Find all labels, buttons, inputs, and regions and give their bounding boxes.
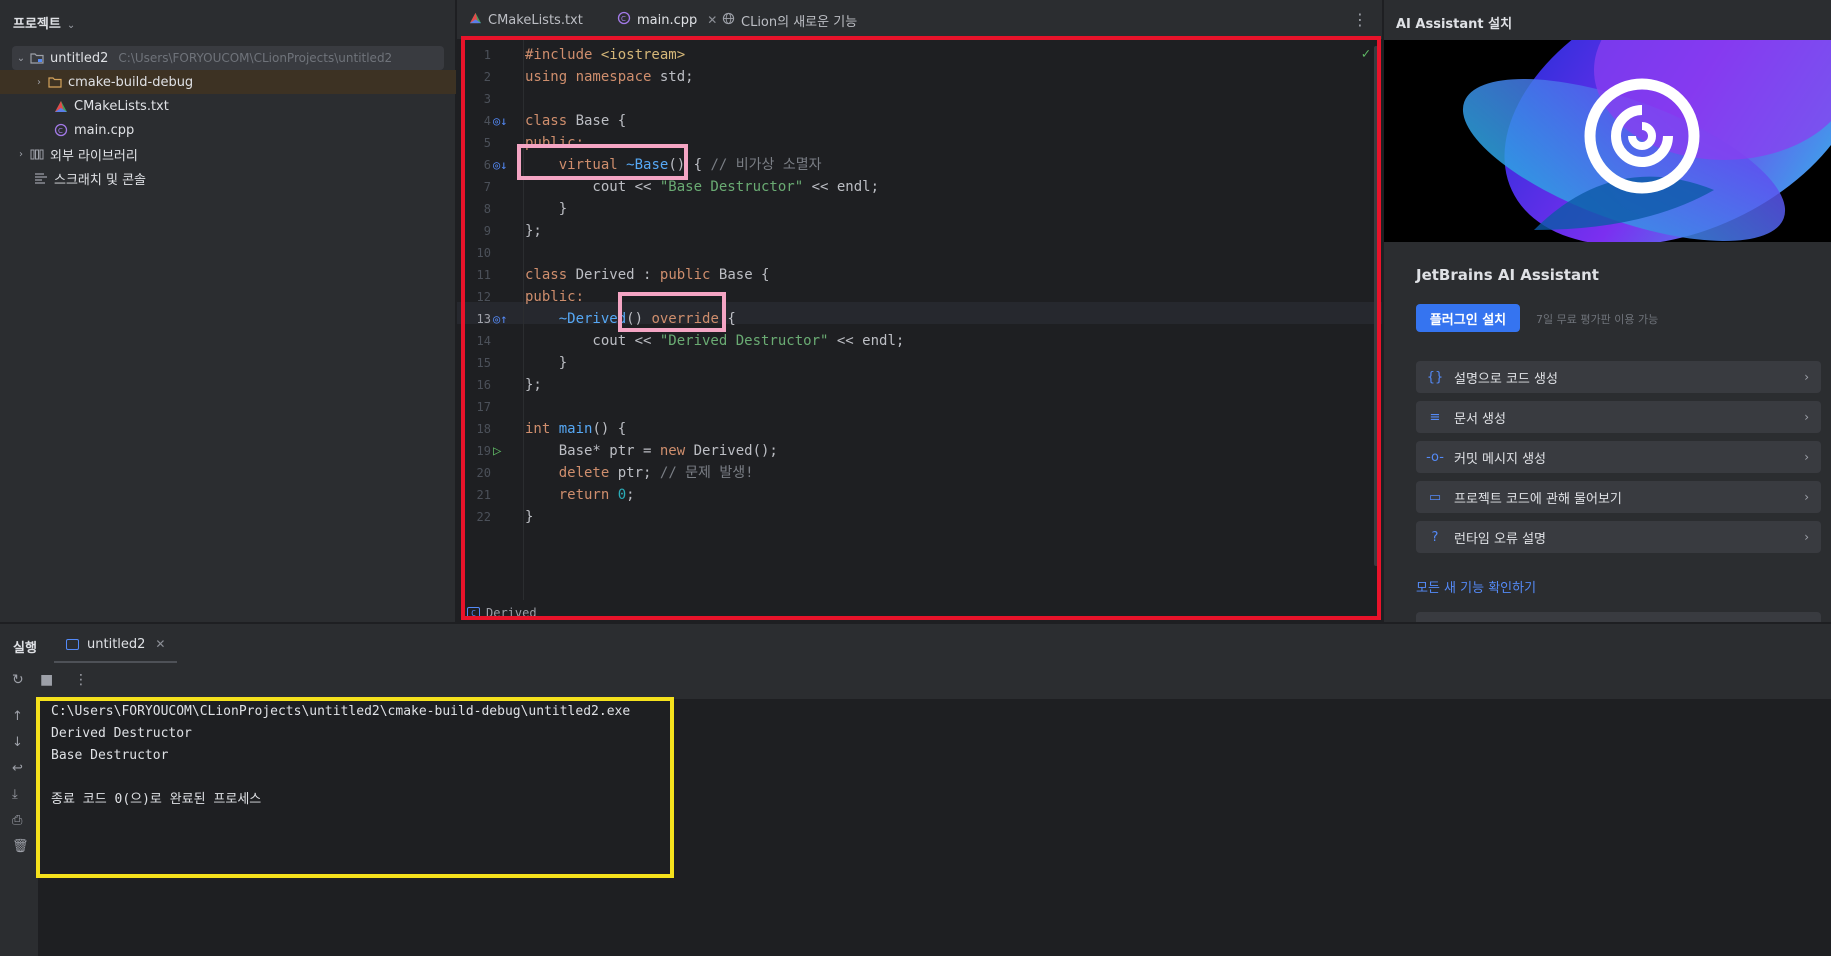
chevron-right-icon: › <box>1804 490 1809 504</box>
tab-cmakelists[interactable]: CMakeLists.txt <box>469 0 583 40</box>
ai-heading: JetBrains AI Assistant <box>1416 266 1599 284</box>
tree-item-external-libraries[interactable]: › 외부 라이브러리 <box>0 142 456 166</box>
chevron-right-icon: › <box>1804 530 1809 544</box>
chevron-right-icon[interactable]: › <box>14 149 28 160</box>
feature-label: 문서 생성 <box>1454 411 1506 427</box>
feature-generate-code[interactable]: {} 설명으로 코드 생성 › <box>1416 361 1821 393</box>
all-features-link[interactable]: 모든 새 기능 확인하기 <box>1416 577 1536 596</box>
tree-item-label: main.cpp <box>74 122 135 138</box>
braces-icon: {} <box>1426 369 1444 385</box>
ai-assistant-panel: AI Assistant 설치 JetBrains AI Assistant 플… <box>1383 0 1831 622</box>
tree-item-path: C:\Users\FORYOUCOM\CLionProjects\untitle… <box>118 51 393 65</box>
project-panel: 프로젝트 ⌄ ⌄ untitled2 C:\Users\FORYOUCOM\CLi… <box>0 0 456 622</box>
chevron-down-icon[interactable]: ⌄ <box>14 53 28 64</box>
tree-item-cmakelists[interactable]: CMakeLists.txt <box>0 94 456 118</box>
stop-icon[interactable]: ■ <box>40 672 53 688</box>
run-tab-untitled2[interactable]: untitled2 ✕ <box>54 624 178 664</box>
tab-main-cpp[interactable]: C main.cpp ✕ <box>609 0 726 40</box>
tree-item-untitled2[interactable]: ⌄ untitled2 C:\Users\FORYOUCOM\CLionProj… <box>0 46 456 70</box>
arrow-down-icon[interactable]: ↓ <box>12 735 23 750</box>
run-toolbar: ↻ ■ ⋮ <box>0 663 1831 700</box>
arrow-up-icon[interactable]: ↑ <box>12 709 23 724</box>
tree-item-label: 스크래치 및 콘솔 <box>54 172 146 188</box>
run-tab-label: untitled2 <box>87 636 146 652</box>
chevron-right-icon: › <box>1804 450 1809 464</box>
ai-assistant-banner <box>1384 40 1831 242</box>
tab-whats-new[interactable]: CLion의 새로운 기능 <box>722 0 857 40</box>
tree-item-scratches[interactable]: 스크래치 및 콘솔 <box>0 166 456 190</box>
annotation-box-pink <box>517 144 688 180</box>
editor-tab-bar: CMakeLists.txt C main.cpp ✕ CLion의 새로운 기… <box>457 0 1382 40</box>
svg-text:C: C <box>621 15 626 23</box>
feature-ask-project[interactable]: ▭ 프로젝트 코드에 관해 물어보기 › <box>1416 481 1821 513</box>
trial-note: 7일 무료 평가판 이용 가능 <box>1536 313 1659 326</box>
close-icon[interactable]: ✕ <box>155 637 165 651</box>
rerun-icon[interactable]: ↻ <box>12 672 24 688</box>
tab-label: main.cpp <box>637 12 698 28</box>
project-panel-header[interactable]: 프로젝트 ⌄ <box>13 13 75 32</box>
more-options-icon[interactable]: ⋮ <box>74 672 88 688</box>
run-panel-title: 실행 <box>13 641 37 656</box>
cmake-icon <box>469 12 482 28</box>
run-tool-window-header: 실행 untitled2 ✕ <box>0 623 1831 664</box>
tab-label: CMakeLists.txt <box>488 12 583 28</box>
library-icon <box>28 146 46 162</box>
scroll-to-end-icon[interactable]: ⤓ <box>12 787 18 802</box>
feature-label: 설명으로 코드 생성 <box>1454 371 1558 387</box>
chevron-right-icon: › <box>1804 410 1809 424</box>
feature-label: 커밋 메시지 생성 <box>1454 451 1546 467</box>
svg-text:C: C <box>58 127 63 135</box>
chevron-right-icon[interactable]: › <box>32 77 46 88</box>
folder-icon <box>46 74 64 90</box>
cpp-file-icon: C <box>617 11 631 29</box>
annotation-box-yellow <box>36 697 674 878</box>
ai-bottom-card <box>1416 612 1821 622</box>
cmake-icon <box>52 98 70 114</box>
feature-runtime-error[interactable]: ? 런타임 오류 설명 › <box>1416 521 1821 553</box>
tree-item-label: cmake-build-debug <box>68 74 194 90</box>
tree-item-label: 외부 라이브러리 <box>50 148 138 164</box>
chevron-right-icon: › <box>1804 370 1809 384</box>
run-config-icon <box>66 638 79 650</box>
annotation-box-pink <box>618 292 726 332</box>
annotation-box-red <box>461 36 1381 620</box>
close-icon[interactable]: ✕ <box>707 13 717 27</box>
module-folder-icon <box>28 50 46 66</box>
chevron-down-icon: ⌄ <box>66 20 76 31</box>
trash-icon[interactable]: 🗑 <box>12 839 29 854</box>
tab-label: CLion의 새로운 기능 <box>741 14 858 30</box>
tree-item-main-cpp[interactable]: C main.cpp <box>0 118 456 142</box>
project-header-label: 프로젝트 <box>13 17 61 32</box>
feature-commit-message[interactable]: -o- 커밋 메시지 생성 › <box>1416 441 1821 473</box>
document-lines-icon: ≡ <box>1429 409 1441 425</box>
install-plugin-button[interactable]: 플러그인 설치 <box>1416 304 1520 332</box>
tree-item-label: CMakeLists.txt <box>74 98 169 114</box>
globe-icon <box>722 12 735 29</box>
tree-item-label: untitled2 <box>50 50 109 66</box>
print-icon[interactable]: ⎙ <box>12 813 22 828</box>
feature-generate-docs[interactable]: ≡ 문서 생성 › <box>1416 401 1821 433</box>
soft-wrap-icon[interactable]: ↩ <box>12 761 23 776</box>
chat-bubble-icon: ▭ <box>1428 489 1442 505</box>
tree-item-cmake-build-debug[interactable]: › cmake-build-debug <box>0 70 456 94</box>
feature-label: 런타임 오류 설명 <box>1454 531 1546 547</box>
feature-label: 프로젝트 코드에 관해 물어보기 <box>1454 491 1622 507</box>
commit-icon: -o- <box>1426 449 1444 465</box>
scratches-icon <box>32 170 50 186</box>
cpp-file-icon: C <box>52 122 70 138</box>
more-options-icon[interactable]: ⋮ <box>1352 10 1368 29</box>
run-side-toolbar: ↑ ↓ ↩ ⤓ ⎙ 🗑 <box>0 699 38 956</box>
question-circle-icon: ? <box>1431 529 1439 545</box>
ai-panel-title: AI Assistant 설치 <box>1396 17 1513 32</box>
